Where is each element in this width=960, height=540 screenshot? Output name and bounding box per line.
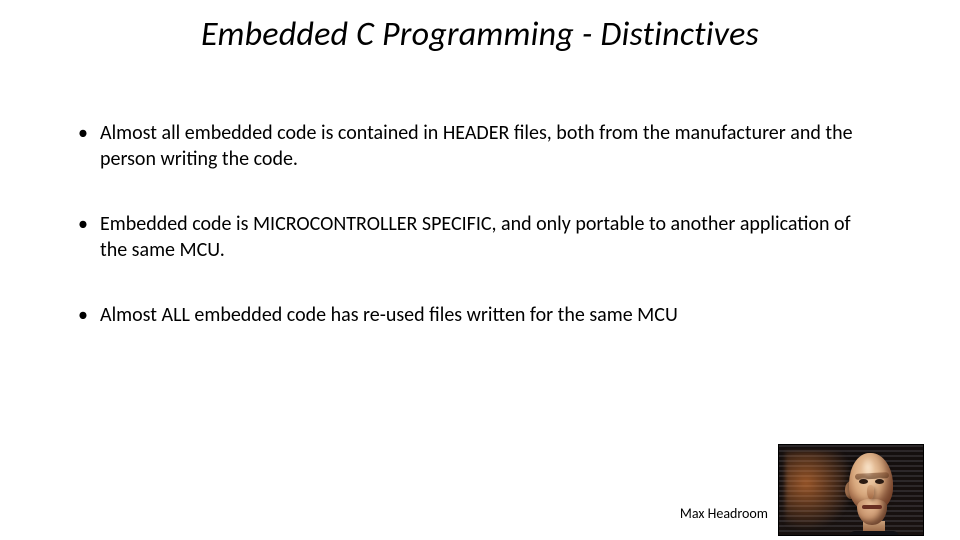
bullet-item: Almost all embedded code is contained in… bbox=[78, 121, 882, 172]
bullet-item: Almost ALL embedded code has re-used fil… bbox=[78, 303, 882, 329]
nose bbox=[867, 485, 874, 499]
bullet-item: Embedded code is MICROCONTROLLER SPECIFI… bbox=[78, 212, 882, 263]
eye-right bbox=[875, 479, 884, 484]
collar bbox=[849, 531, 899, 536]
bullet-list: Almost all embedded code is contained in… bbox=[78, 121, 882, 329]
mouth bbox=[862, 505, 882, 509]
head bbox=[843, 451, 903, 531]
highlight bbox=[861, 457, 875, 477]
image-caption: Max Headroom bbox=[680, 505, 768, 522]
slide: Embedded C Programming - Distinctives Al… bbox=[0, 14, 960, 540]
max-headroom-image bbox=[778, 444, 924, 536]
eye-left bbox=[859, 479, 868, 484]
slide-title: Embedded C Programming - Distinctives bbox=[0, 14, 960, 55]
